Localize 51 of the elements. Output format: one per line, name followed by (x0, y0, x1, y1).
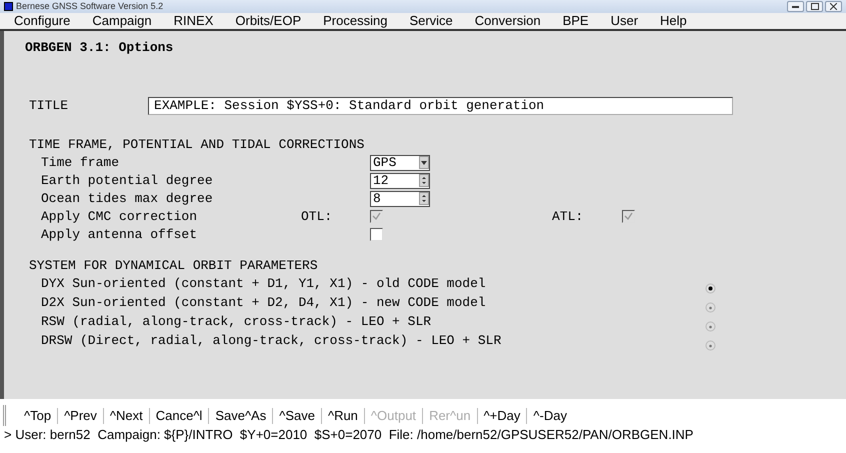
menu-item[interactable]: User (600, 13, 650, 29)
toolbar-button[interactable]: ^Save (273, 408, 322, 424)
field-label: TITLE (28, 97, 68, 116)
minimize-button[interactable] (787, 1, 804, 12)
caret-icon (421, 160, 427, 164)
toolbar-button[interactable]: ^+Day (478, 408, 528, 424)
toolbar-button[interactable]: ^Top (18, 408, 58, 424)
toolbar-button[interactable]: Save^As (209, 408, 274, 424)
checkbox[interactable] (370, 228, 383, 241)
menu-item[interactable]: Processing (312, 13, 398, 29)
status-text: > User: bern52 Campaign: ${P}/INTRO $Y+0=2010 $S+0=2070 File: /home/bern52/GPSUSER52/PAN/ORBGEN.INP (4, 427, 694, 442)
spinner-field[interactable]: 8 (370, 190, 430, 206)
dropdown[interactable]: GPS (370, 154, 430, 170)
menu-item[interactable]: Help (649, 13, 698, 29)
section-heading: TIME FRAME, POTENTIAL AND TIDAL CORRECTIONS (28, 136, 364, 153)
option-label: RSW (radial, along-track, cross-track) - LEO + SLR (41, 314, 432, 330)
menu-item[interactable]: Configure (3, 13, 82, 29)
menu-item[interactable]: Conversion (464, 13, 552, 29)
option-label: DYX Sun-oriented (constant + D1, Y1, X1) - old CODE model (41, 276, 486, 292)
option-label: Time frame (41, 154, 120, 172)
option-label: DRSW (Direct, radial, along-track, cross-track) - LEO + SLR (41, 333, 502, 348)
menu-item[interactable]: Campaign (81, 13, 163, 29)
option-label: Apply antenna offset (41, 226, 198, 244)
maximize-icon (810, 3, 818, 10)
spinner-field[interactable]: 12 (370, 172, 430, 188)
checkbox-label: OTL: (301, 208, 332, 226)
option-label: D2X Sun-oriented (constant + D2, D4, X1) - new CODE model (41, 295, 486, 310)
title-field[interactable]: EXAMPLE: Session $YSS+0: Standard orbit generation (148, 97, 734, 115)
menu-item[interactable]: RINEX (162, 13, 224, 29)
close-button[interactable] (825, 1, 842, 12)
app-icon (4, 2, 13, 11)
toolbar-button[interactable]: Cance^l (150, 408, 210, 424)
panel-title: ORBGEN 3.1: Options (25, 39, 174, 57)
toolbar-button[interactable]: ^-Day (527, 408, 573, 424)
minimize-icon (792, 5, 799, 8)
menu-item[interactable]: Orbits/EOP (224, 13, 312, 29)
spinner-arrows-icon (421, 193, 427, 204)
toolbar-button[interactable]: ^Prev (58, 408, 104, 424)
toolbar-button[interactable]: ^Run (322, 408, 365, 424)
option-label: Earth potential degree (41, 172, 213, 190)
spinner-arrows-icon (421, 175, 427, 186)
option-label: Apply CMC correction (41, 208, 198, 226)
checkbox-label: ATL: (552, 208, 584, 226)
close-icon (830, 3, 837, 10)
menu-item[interactable]: BPE (552, 13, 600, 29)
maximize-button[interactable] (806, 1, 823, 12)
window-title: Bernese GNSS Software Version 5.2 (16, 0, 164, 13)
toolbar-button[interactable]: ^Next (104, 408, 150, 424)
section-heading: SYSTEM FOR DYNAMICAL ORBIT PARAMETERS (28, 257, 318, 274)
option-label: Ocean tides max degree (41, 190, 213, 208)
menu-item[interactable]: Service (398, 13, 464, 29)
